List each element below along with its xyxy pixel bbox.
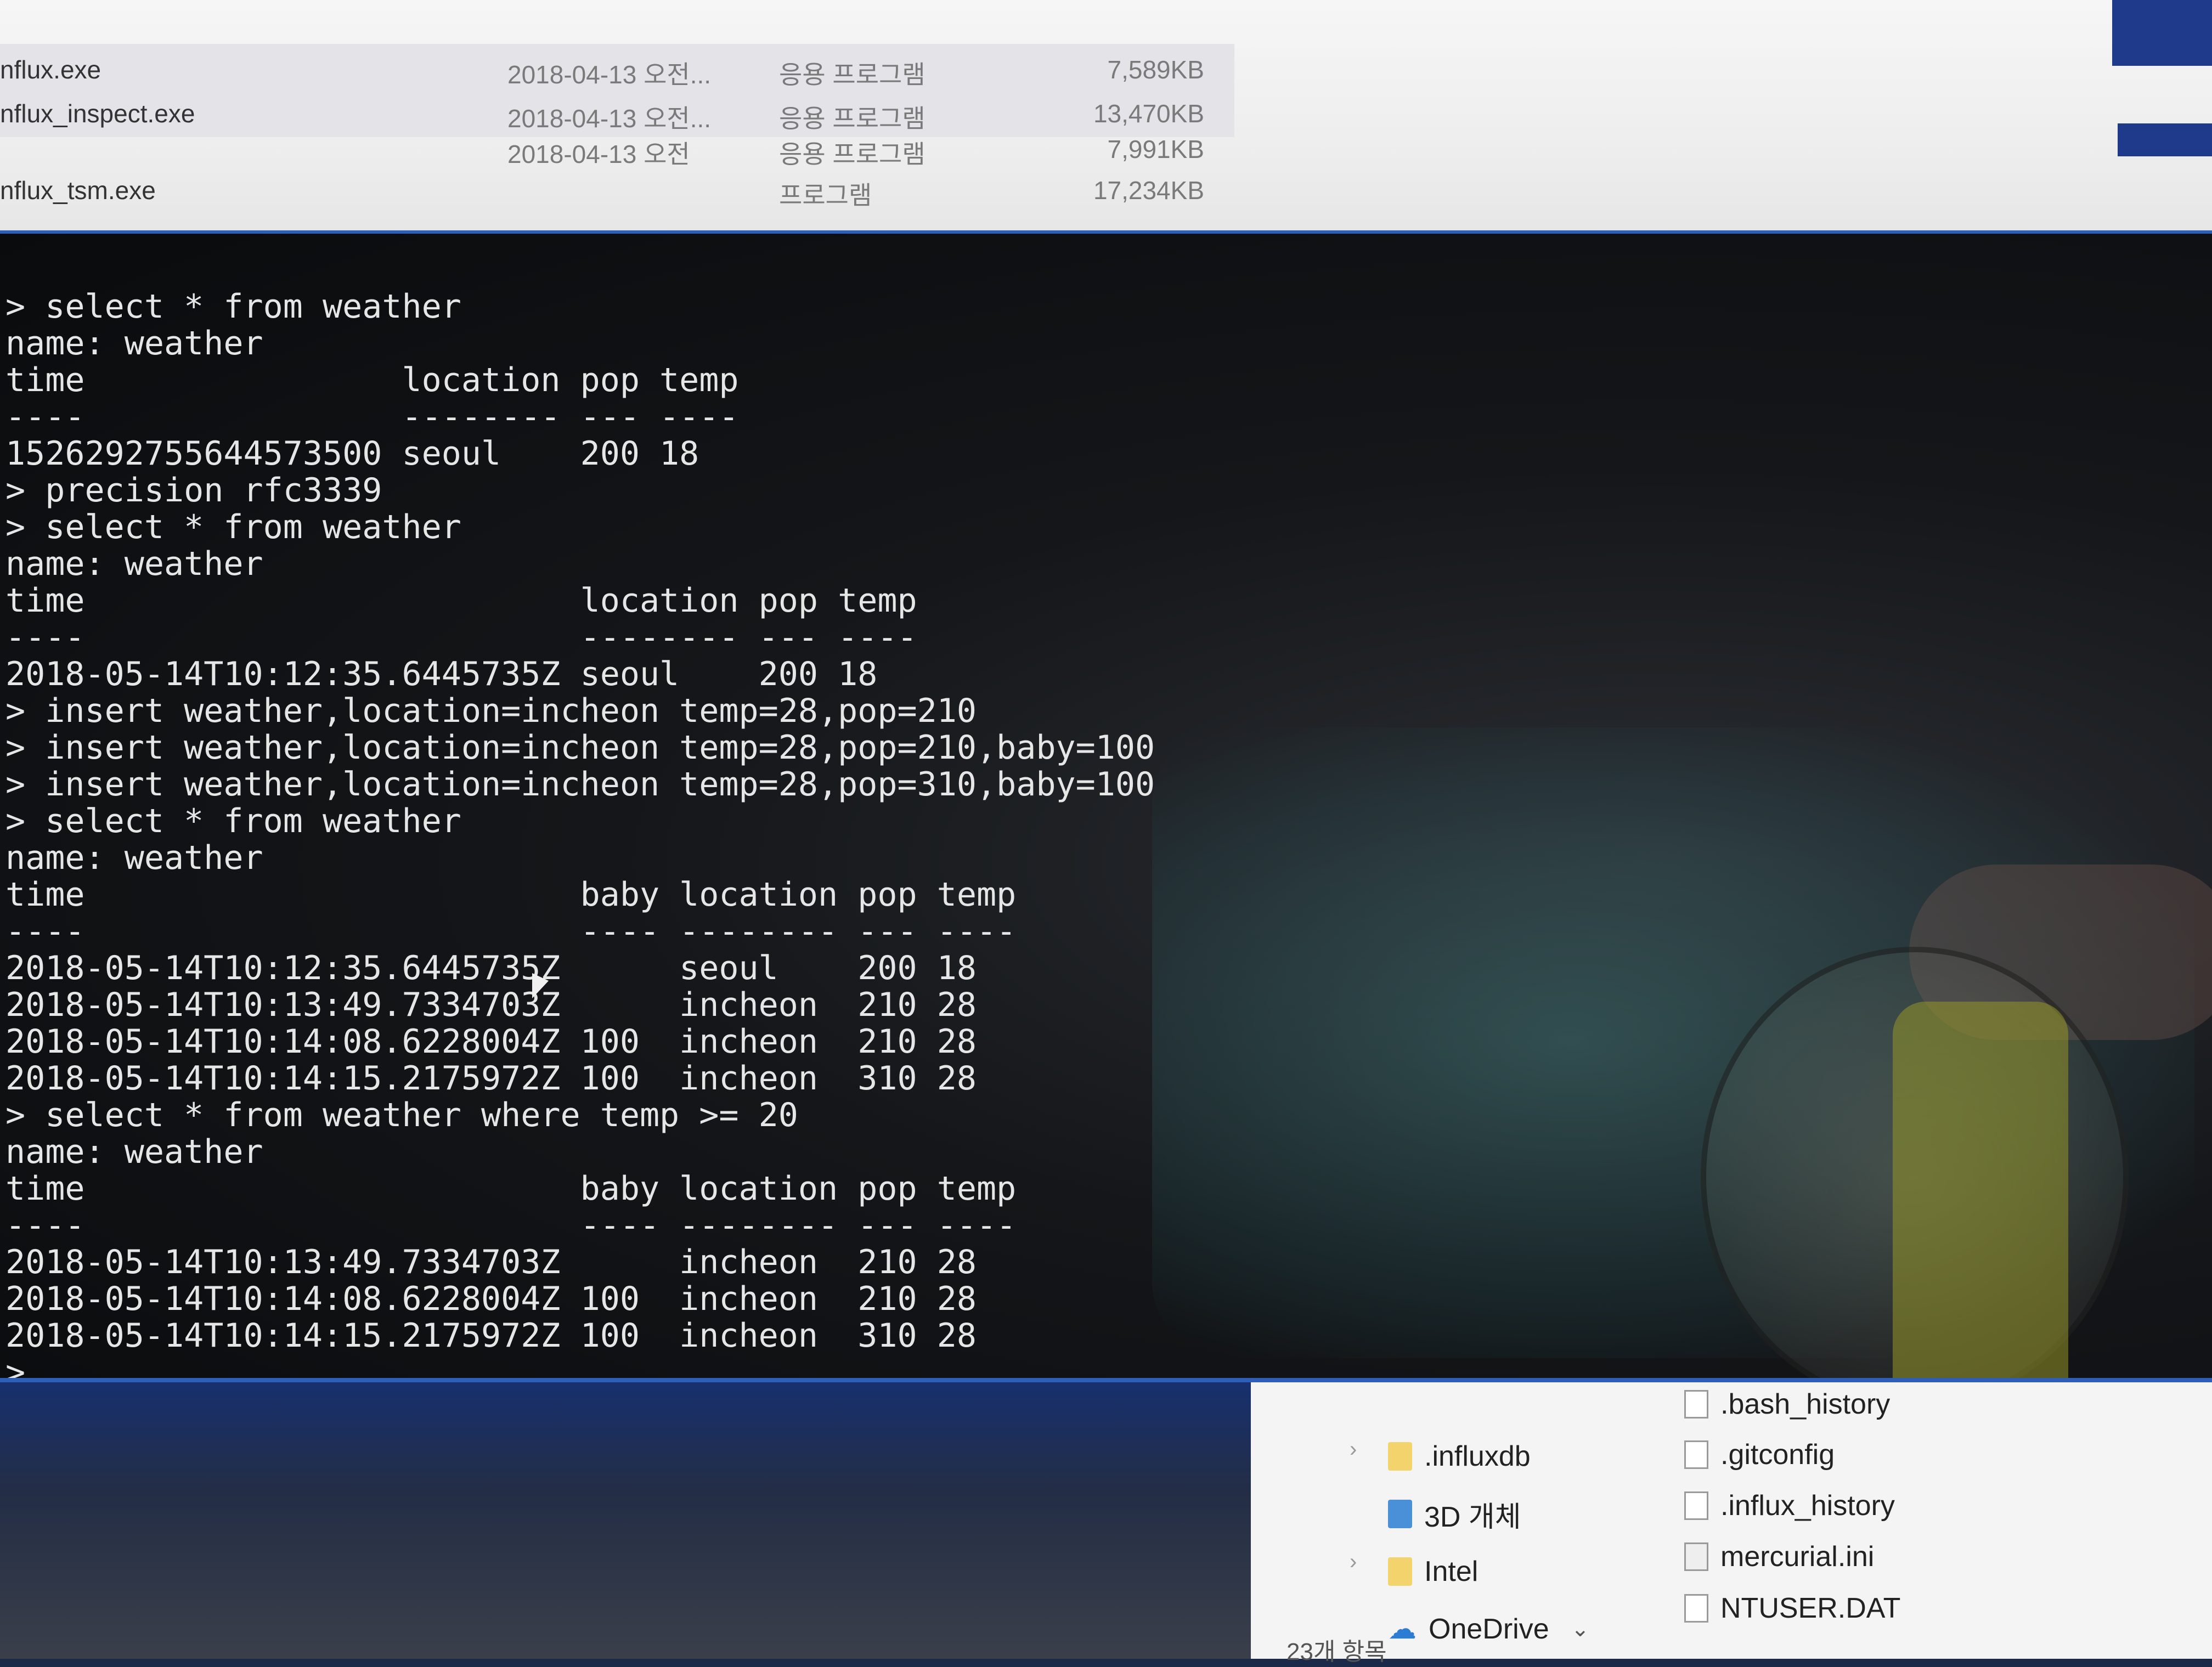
tree-item-label: 3D 개체	[1424, 1501, 1521, 1533]
terminal-line: > insert weather,location=incheon temp=2…	[5, 692, 977, 730]
terminal-line: ---- -------- --- ----	[5, 398, 739, 436]
terminal-line: 2018-05-14T10:12:35.6445735Z seoul 200 1…	[5, 655, 878, 693]
file-type: 응용 프로그램	[779, 60, 926, 89]
terminal-line: 2018-05-14T10:13:49.7334703Z incheon 210…	[5, 986, 977, 1024]
file-size: 17,234KB	[1093, 176, 1204, 205]
chevron-down-icon[interactable]: ⌄	[1571, 1617, 1590, 1642]
file-item[interactable]: mercurial.ini	[1684, 1535, 1874, 1579]
3d-objects-icon	[1388, 1500, 1412, 1528]
tree-item-influxdb[interactable]: .influxdb	[1388, 1434, 1531, 1478]
file-icon	[1684, 1491, 1708, 1520]
file-name: nflux.exe	[0, 55, 101, 84]
terminal-line: > select * from weather	[5, 508, 461, 546]
terminal-line: time location pop temp	[5, 361, 739, 399]
tree-item-onedrive[interactable]: ☁ OneDrive ⌄	[1388, 1607, 1589, 1651]
cloud-icon: ☁	[1388, 1613, 1417, 1645]
file-name: nflux_tsm.exe	[0, 176, 156, 205]
terminal-line: 2018-05-14T10:14:15.2175972Z 100 incheon…	[5, 1316, 977, 1355]
terminal-line: > precision rfc3339	[5, 471, 382, 510]
tree-item-3d-objects[interactable]: 3D 개체	[1388, 1492, 1521, 1536]
terminal-line: name: weather	[5, 839, 263, 877]
file-item-label: .influx_history	[1720, 1490, 1895, 1522]
terminal-line: time location pop temp	[5, 581, 917, 620]
terminal-line: 2018-05-14T10:14:08.6228004Z 100 incheon…	[5, 1022, 977, 1061]
tree-item-intel[interactable]: Intel	[1388, 1550, 1478, 1593]
terminal-line: ---- -------- --- ----	[5, 618, 917, 657]
settings-file-icon	[1684, 1542, 1708, 1571]
file-size: 7,589KB	[1107, 55, 1204, 84]
file-item-label: .gitconfig	[1720, 1439, 1835, 1471]
terminal-output[interactable]: > select * from weather name: weather time…	[5, 287, 1155, 1378]
terminal-line: ---- ---- -------- --- ----	[5, 1206, 1017, 1245]
file-row[interactable]: nflux.exe 2018-04-13 오전... 응용 프로그램 7,589…	[0, 44, 1234, 93]
terminal-line: >	[5, 1354, 1155, 1378]
terminal-line: 2018-05-14T10:13:49.7334703Z incheon 210…	[5, 1243, 977, 1281]
terminal-line: > select * from weather	[5, 802, 461, 840]
terminal-line: time baby location pop temp	[5, 875, 1017, 914]
folder-icon	[1388, 1557, 1412, 1586]
file-item[interactable]: .influx_history	[1684, 1484, 1895, 1528]
terminal-line: 2018-05-14T10:14:08.6228004Z 100 incheon…	[5, 1280, 977, 1318]
window-accent	[2118, 123, 2212, 156]
terminal-line: > select * from weather where temp >= 20	[5, 1096, 798, 1134]
screen-reflection	[1893, 1002, 2068, 1378]
terminal-line: 2018-05-14T10:12:35.6445735Z seoul 200 1…	[5, 949, 977, 987]
file-icon	[1684, 1440, 1708, 1469]
item-count-status: 23개 항목	[1286, 1638, 1387, 1665]
file-type: 프로그램	[779, 181, 872, 210]
terminal-line: 2018-05-14T10:14:15.2175972Z 100 incheon…	[5, 1059, 977, 1098]
tree-item-label: .influxdb	[1424, 1440, 1531, 1472]
tree-item-label: Intel	[1424, 1556, 1479, 1587]
terminal-line: > insert weather,location=incheon temp=2…	[5, 765, 1155, 804]
file-item-label: NTUSER.DAT	[1720, 1592, 1901, 1624]
terminal-window[interactable]: > select * from weather name: weather time…	[0, 230, 2212, 1382]
file-explorer-bottom: › .influxdb 3D 개체 › Intel ☁ OneDrive ⌄ .…	[1251, 1382, 2212, 1665]
file-icon	[1684, 1390, 1708, 1419]
terminal-line: name: weather	[5, 545, 263, 583]
window-accent	[2112, 0, 2212, 66]
file-item[interactable]: NTUSER.DAT	[1684, 1586, 1900, 1630]
terminal-line: 1526292755644573500 seoul 200 18	[5, 434, 699, 473]
file-explorer-top: nflux.exe 2018-04-13 오전... 응용 프로그램 7,589…	[0, 0, 2212, 258]
terminal-line: time baby location pop temp	[5, 1169, 1017, 1208]
chevron-right-icon[interactable]: ›	[1350, 1437, 1357, 1462]
file-date: 2018-04-13 오전...	[507, 60, 712, 89]
file-item-label: .bash_history	[1720, 1388, 1891, 1420]
tree-item-label: OneDrive	[1429, 1613, 1549, 1645]
terminal-line: name: weather	[5, 1133, 263, 1171]
file-item[interactable]: .bash_history	[1684, 1382, 1890, 1426]
file-size: 7,991KB	[1107, 135, 1204, 163]
file-row[interactable]: nflux_tsm.exe 프로그램 17,234KB	[0, 165, 1234, 214]
terminal-line: ---- ---- -------- --- ----	[5, 912, 1017, 951]
file-icon	[1684, 1594, 1708, 1623]
folder-icon	[1388, 1442, 1412, 1471]
terminal-line: name: weather	[5, 324, 263, 363]
terminal-line: > select * from weather	[5, 287, 461, 326]
terminal-line: > insert weather,location=incheon temp=2…	[5, 728, 1155, 767]
chevron-right-icon[interactable]: ›	[1350, 1550, 1357, 1574]
file-item-label: mercurial.ini	[1720, 1541, 1875, 1573]
desktop-background	[0, 1382, 1251, 1659]
file-item[interactable]: .gitconfig	[1684, 1433, 1835, 1477]
